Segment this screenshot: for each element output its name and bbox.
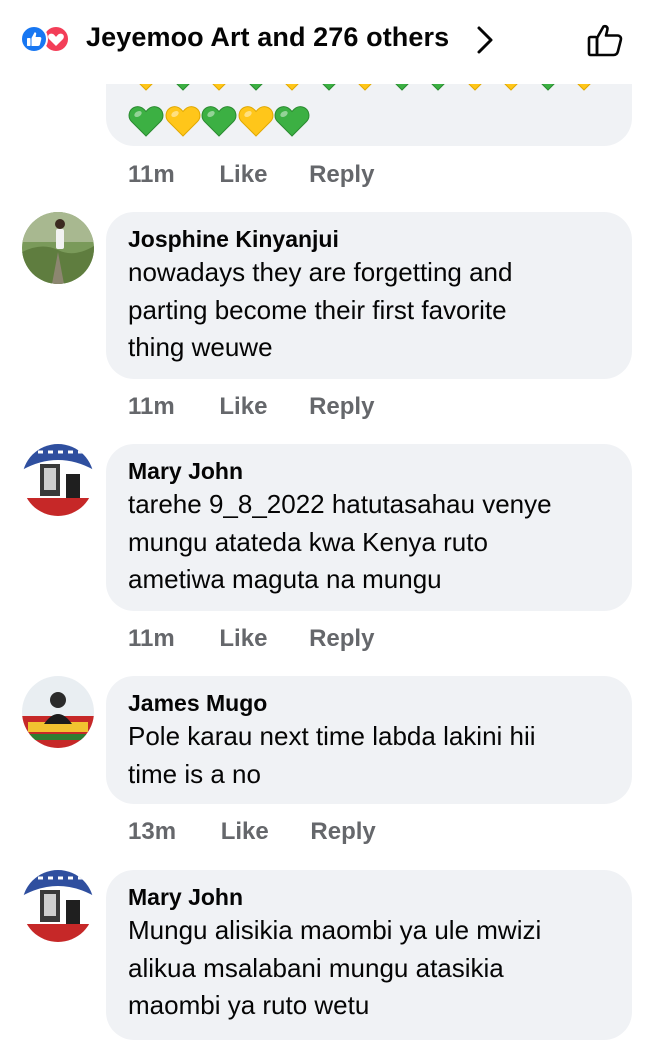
chevron-right-icon[interactable] — [472, 22, 498, 58]
comment-time: 13m — [128, 818, 177, 845]
reply-button[interactable]: Reply — [310, 818, 375, 846]
reaction-icons — [20, 25, 78, 55]
comment-text: nowadays they are forgetting and parting… — [128, 257, 513, 362]
yellow-heart-icon — [237, 104, 275, 138]
avatar[interactable] — [22, 212, 94, 284]
comment-actions: 11m Like Reply — [128, 161, 374, 189]
reactions-header[interactable]: Jeyemoo Art and 276 others — [0, 0, 654, 84]
reply-button[interactable]: Reply — [309, 161, 374, 189]
like-button[interactable]: Like — [219, 161, 267, 189]
reactors-summary[interactable]: Jeyemoo Art and 276 others — [86, 22, 449, 53]
avatar[interactable] — [22, 444, 94, 516]
comment-text: Mungu alisikia maombi ya ule mwizi aliku… — [128, 915, 542, 1020]
like-icon — [20, 25, 48, 53]
reply-button[interactable]: Reply — [309, 393, 374, 421]
comment-bubble: Josphine Kinyanjui nowadays they are for… — [106, 212, 632, 379]
comment-bubble: James Mugo Pole karau next time labda la… — [106, 676, 632, 804]
avatar[interactable] — [22, 870, 94, 942]
like-button[interactable]: Like — [219, 625, 267, 653]
green-heart-icon — [200, 104, 238, 138]
comment-actions: 13m Like Reply — [128, 818, 376, 846]
like-button[interactable]: Like — [221, 818, 269, 846]
like-outline-icon[interactable] — [584, 18, 628, 62]
comment-text: tarehe 9_8_2022 hatutasahau venye mungu … — [128, 489, 552, 594]
green-heart-icon — [273, 104, 311, 138]
comment-author[interactable]: Mary John — [128, 882, 610, 912]
yellow-heart-icon — [164, 104, 202, 138]
comment-time: 11m — [128, 625, 175, 652]
comment-time: 11m — [128, 393, 175, 420]
green-heart-icon — [127, 104, 165, 138]
comment-time: 11m — [128, 161, 175, 188]
comment-author[interactable]: James Mugo — [128, 688, 610, 718]
avatar[interactable] — [22, 676, 94, 748]
comment-author[interactable]: Mary John — [128, 456, 610, 486]
reply-button[interactable]: Reply — [309, 625, 374, 653]
comment-bubble: Mary John tarehe 9_8_2022 hatutasahau ve… — [106, 444, 632, 611]
comment-bubble: Mary John Mungu alisikia maombi ya ule m… — [106, 870, 632, 1040]
comment-text: Pole karau next time labda lakini hii ti… — [128, 721, 536, 789]
comment-actions: 11m Like Reply — [128, 393, 374, 421]
comment-author[interactable]: Josphine Kinyanjui — [128, 224, 610, 254]
like-button[interactable]: Like — [219, 393, 267, 421]
comment-actions: 11m Like Reply — [128, 625, 374, 653]
